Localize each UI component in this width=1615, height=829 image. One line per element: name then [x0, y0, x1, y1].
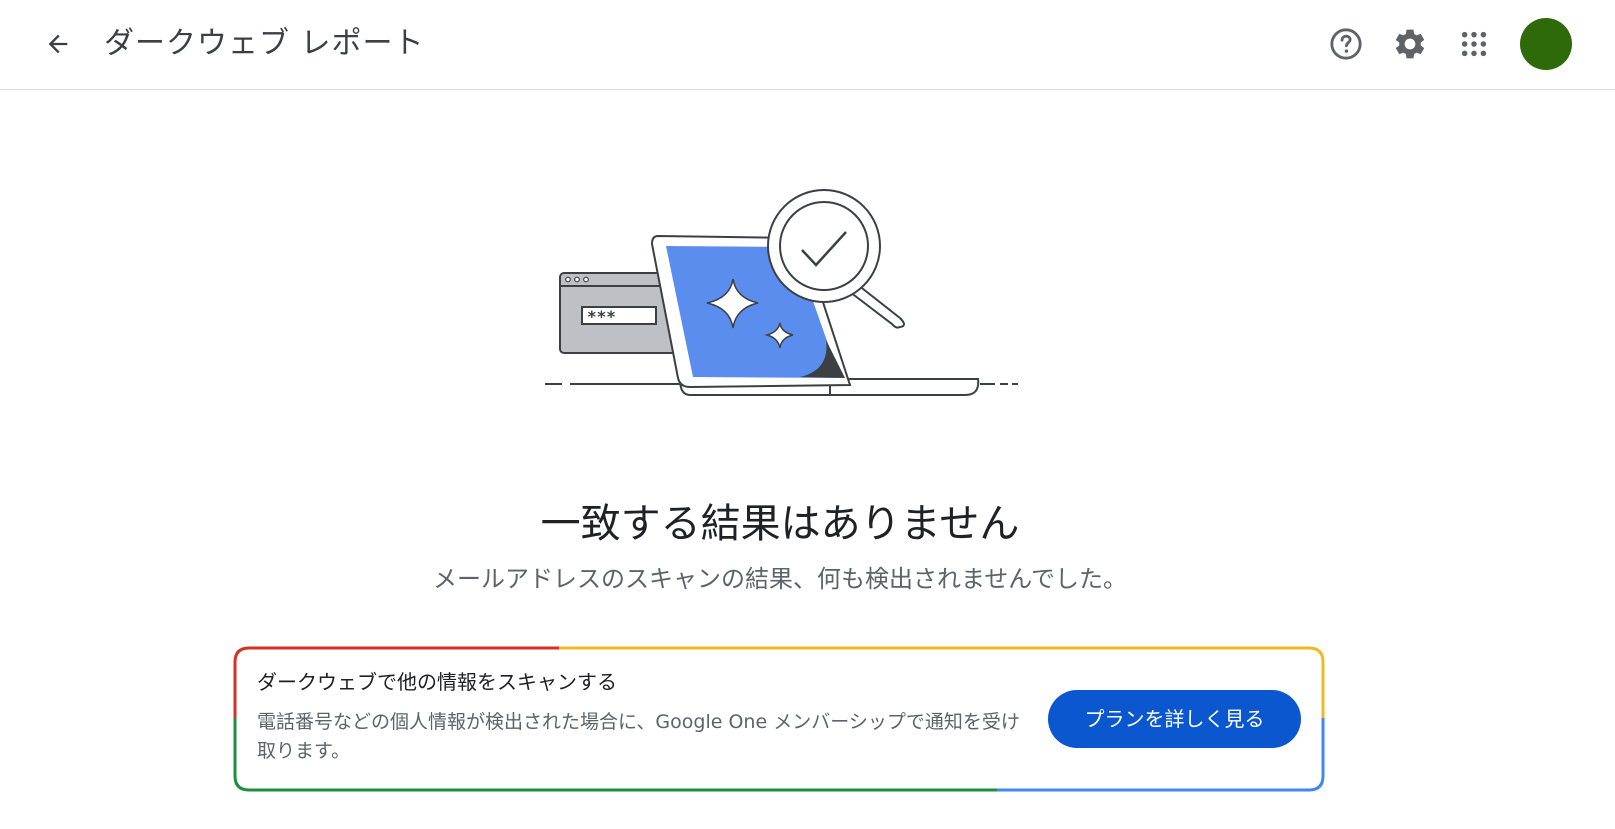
card-title: ダークウェブで他の情報をスキャンする	[257, 670, 617, 694]
password-field-text: ***	[587, 307, 616, 326]
back-button[interactable]	[36, 22, 80, 66]
result-subtitle: メールアドレスのスキャンの結果、何も検出されませんでした。	[432, 565, 1128, 593]
apps-button[interactable]	[1451, 21, 1497, 67]
account-avatar[interactable]	[1520, 18, 1572, 70]
top-app-bar: ダークウェブ レポート	[0, 0, 1615, 90]
help-circle-icon	[1330, 28, 1362, 60]
card-description: 電話番号などの個人情報が検出された場合に、Google One メンバーシップで…	[257, 711, 1020, 762]
page-title: ダークウェブ レポート	[104, 26, 425, 61]
scan-more-card: ダークウェブで他の情報をスキャンする 電話番号などの個人情報が検出された場合に、…	[233, 646, 1325, 792]
view-plans-button[interactable]: プランを詳しく見る	[1048, 690, 1301, 748]
gear-icon	[1395, 29, 1425, 59]
arrow-back-icon	[48, 34, 68, 54]
help-button[interactable]	[1323, 21, 1369, 67]
settings-button[interactable]	[1387, 21, 1433, 67]
laptop-magnifier-illustration: ***	[545, 189, 1018, 396]
apps-grid-icon	[1461, 31, 1487, 57]
result-title: 一致する結果はありません	[540, 501, 1020, 547]
